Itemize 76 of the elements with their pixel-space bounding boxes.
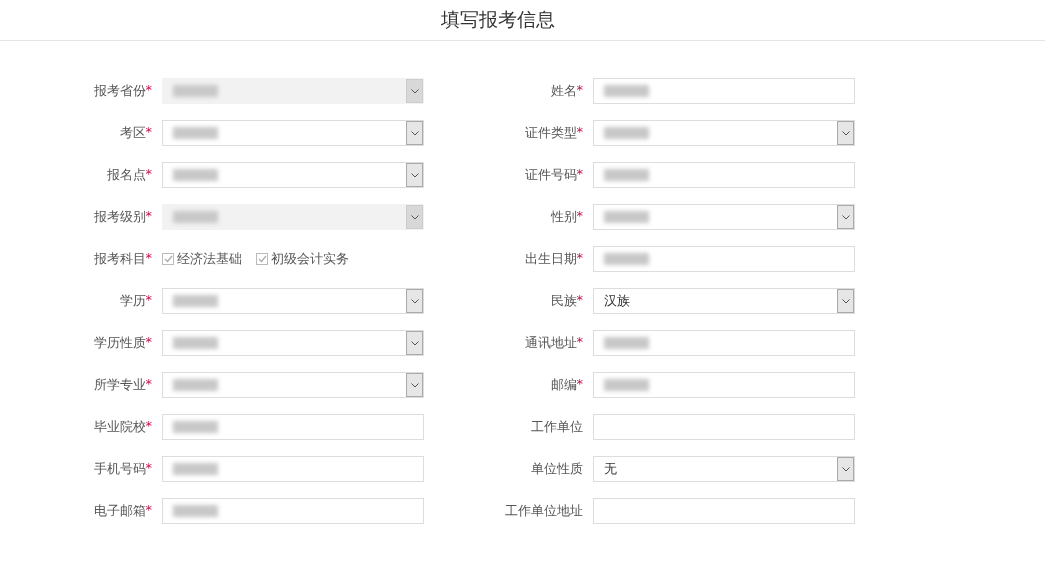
field-label: 工作单位: [531, 418, 583, 436]
input-field[interactable]: [593, 78, 855, 104]
field-label: 电子邮箱: [93, 502, 146, 520]
input-field[interactable]: [162, 414, 424, 440]
page-title: 填写报考信息: [440, 7, 555, 32]
input-field[interactable]: [162, 456, 424, 482]
field-label: 性别: [550, 208, 577, 226]
checkbox[interactable]: [162, 253, 174, 265]
field-label: 毕业院校: [93, 418, 146, 436]
select-field[interactable]: [593, 204, 855, 230]
field-label: 通讯地址: [524, 334, 577, 352]
field-label: 民族: [550, 292, 577, 310]
select-field[interactable]: 无: [593, 456, 855, 482]
required-mark: *: [145, 292, 152, 309]
caret-icon: [841, 298, 850, 304]
field-label: 证件类型: [524, 124, 577, 142]
caret-icon: [410, 88, 419, 94]
field-label: 报考省份: [93, 82, 146, 100]
caret-icon: [410, 130, 419, 136]
field-label: 姓名: [550, 82, 577, 100]
required-mark: *: [145, 334, 152, 351]
required-mark: *: [576, 166, 583, 183]
select-field[interactable]: 汉族: [593, 288, 855, 314]
required-mark: *: [576, 376, 583, 393]
field-label: 工作单位地址: [505, 502, 583, 520]
caret-icon: [410, 340, 419, 346]
field-label: 邮编: [550, 376, 577, 394]
input-field[interactable]: [593, 162, 855, 188]
input-field[interactable]: [593, 414, 855, 440]
checkbox-label: 初级会计实务: [271, 250, 349, 268]
field-label: 证件号码: [524, 166, 577, 184]
caret-icon: [841, 130, 850, 136]
input-field[interactable]: [593, 498, 855, 524]
required-mark: *: [145, 502, 152, 519]
select-field[interactable]: [162, 288, 424, 314]
select-field[interactable]: [162, 330, 424, 356]
input-field[interactable]: [593, 330, 855, 356]
required-mark: *: [576, 82, 583, 99]
select-field[interactable]: [593, 120, 855, 146]
caret-icon: [410, 382, 419, 388]
field-label: 报考级别: [93, 208, 146, 226]
required-mark: *: [145, 208, 152, 225]
checkbox[interactable]: [256, 253, 268, 265]
field-label: 单位性质: [531, 460, 583, 478]
required-mark: *: [576, 250, 583, 267]
caret-icon: [841, 214, 850, 220]
caret-icon: [410, 298, 419, 304]
required-mark: *: [145, 124, 152, 141]
required-mark: *: [576, 334, 583, 351]
field-label: 学历性质: [93, 334, 146, 352]
field-label: 手机号码: [93, 460, 146, 478]
field-label: 出生日期: [524, 250, 577, 268]
input-field[interactable]: [162, 498, 424, 524]
required-mark: *: [576, 124, 583, 141]
field-label: 报名点: [106, 166, 146, 184]
required-mark: *: [576, 208, 583, 225]
caret-icon: [410, 172, 419, 178]
field-label: 考区: [119, 124, 146, 142]
required-mark: *: [145, 166, 152, 183]
required-mark: *: [576, 292, 583, 309]
required-mark: *: [145, 460, 152, 477]
select-field[interactable]: [162, 162, 424, 188]
required-mark: *: [145, 250, 152, 267]
input-field[interactable]: [593, 372, 855, 398]
select-field[interactable]: [162, 120, 424, 146]
field-label: 学历: [119, 292, 146, 310]
required-mark: *: [145, 376, 152, 393]
input-field[interactable]: [593, 246, 855, 272]
select-field[interactable]: [162, 372, 424, 398]
caret-icon: [841, 466, 850, 472]
checkbox-label: 经济法基础: [177, 250, 242, 268]
field-label: 报考科目: [93, 250, 146, 268]
caret-icon: [410, 214, 419, 220]
required-mark: *: [145, 82, 152, 99]
field-label: 所学专业: [93, 376, 146, 394]
required-mark: *: [145, 418, 152, 435]
